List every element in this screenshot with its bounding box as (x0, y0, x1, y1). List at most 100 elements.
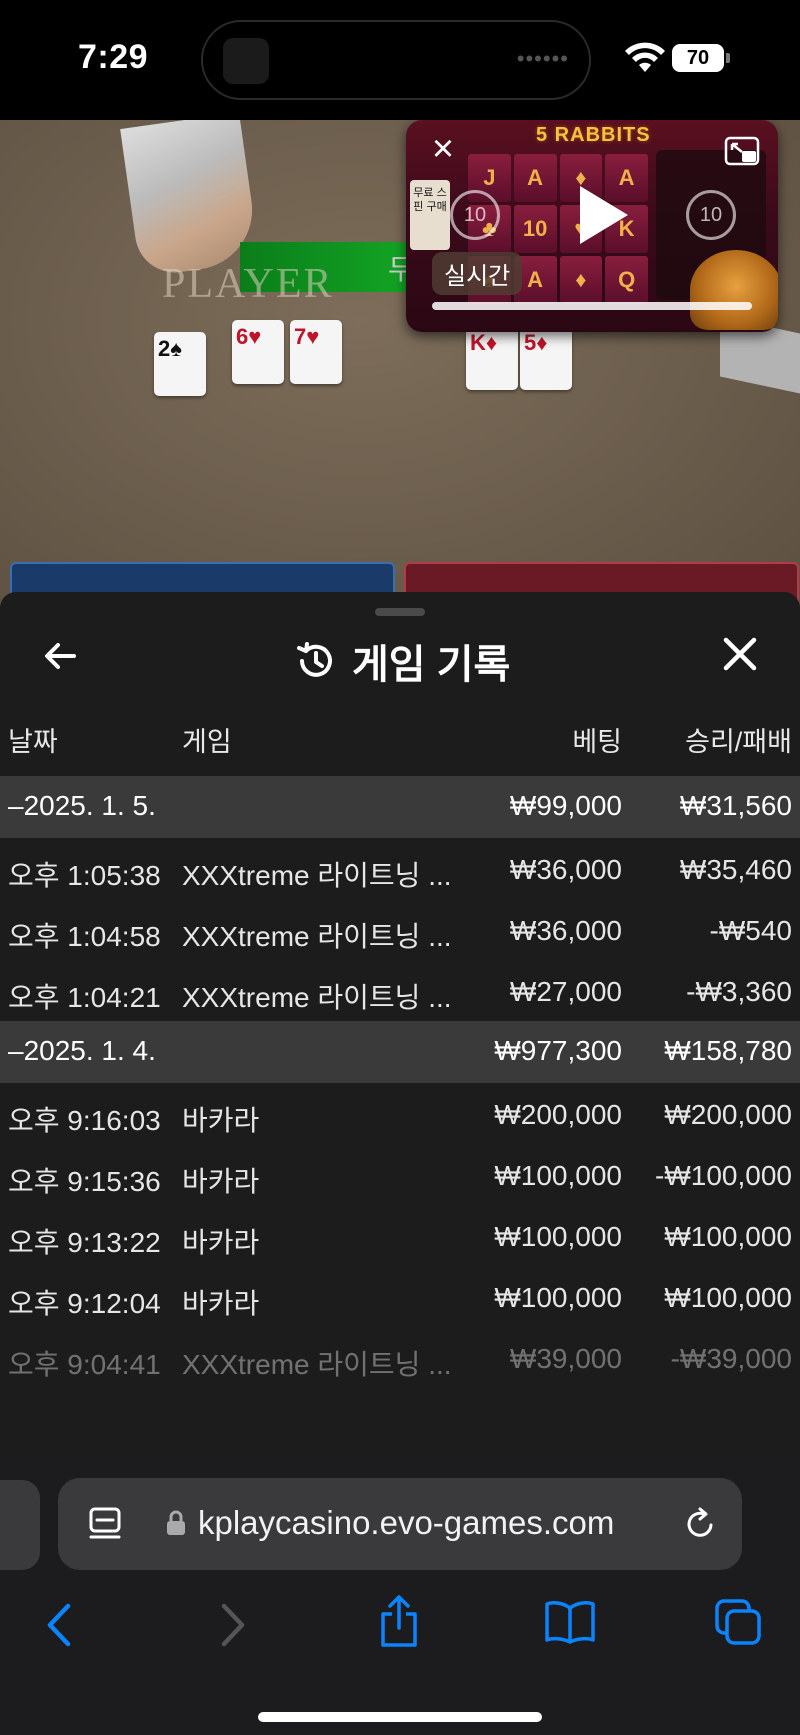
picture-in-picture-video[interactable]: 5 RABBITS 무료 스핀 구매 J A ♦ A ♣ 10 ♥ K ♠ A … (406, 120, 778, 332)
row-bet: ₩100,000 (494, 1221, 622, 1252)
date-group-row[interactable]: –2025. 1. 4. ₩977,300 ₩158,780 (0, 1021, 800, 1083)
row-time: 오후 9:15:36 (8, 1166, 161, 1197)
status-time: 7:29 (78, 38, 149, 76)
tiger-mascot (690, 250, 778, 330)
skip-forward-icon[interactable]: 10 (686, 190, 736, 240)
group-date: –2025. 1. 5. (8, 790, 156, 821)
playing-card: 2♠ (154, 332, 206, 396)
row-win: -₩540 (709, 915, 792, 946)
row-win: -₩100,000 (655, 1160, 792, 1191)
row-time: 오후 1:05:38 (8, 860, 161, 891)
pip-side-panel: 무료 스핀 구매 (410, 180, 450, 250)
row-bet: ₩27,000 (509, 976, 622, 1007)
table-header: 날짜 게임 베팅 승리/패배 (0, 720, 800, 770)
group-bet-total: ₩99,000 (509, 790, 622, 821)
pip-progress-bar[interactable] (432, 302, 752, 310)
expand-icon[interactable] (724, 136, 760, 166)
address-bar[interactable]: kplaycasino.evo-games.com (58, 1478, 742, 1570)
row-bet: ₩200,000 (494, 1099, 622, 1130)
row-bet: ₩100,000 (494, 1160, 622, 1191)
share-icon[interactable] (378, 1594, 420, 1648)
close-icon[interactable] (720, 634, 760, 674)
row-win: ₩35,460 (679, 854, 792, 885)
row-time: 오후 9:16:03 (8, 1105, 161, 1136)
reel-cell: 10 (513, 205, 557, 253)
page-menu-icon[interactable] (88, 1506, 122, 1542)
row-win: -₩39,000 (670, 1343, 792, 1374)
bookmarks-icon[interactable] (544, 1600, 596, 1644)
row-bet: ₩36,000 (509, 915, 622, 946)
group-date: –2025. 1. 4. (8, 1035, 156, 1066)
dynamic-island: •••••• (201, 20, 591, 100)
table-row[interactable]: 오후 1:04:58 XXXtreme 라이트닝 ... ₩36,000 -₩5… (0, 899, 800, 960)
row-game: XXXtreme 라이트닝 ... (182, 1349, 452, 1380)
row-game: 바카라 (182, 1166, 260, 1197)
row-game: 바카라 (182, 1227, 260, 1258)
column-header-game: 게임 (182, 727, 232, 757)
back-icon[interactable] (44, 1602, 74, 1648)
dealer-arm (120, 120, 260, 278)
tabs-icon[interactable] (714, 1598, 762, 1646)
pip-game-banner: 5 RABBITS (536, 124, 651, 146)
game-history-panel: 게임 기록 날짜 게임 베팅 승리/패배 –2025. 1. 5. ₩99,00… (0, 592, 800, 1462)
row-bet: ₩39,000 (509, 1343, 622, 1374)
table-row[interactable]: 오후 9:16:03 바카라 ₩200,000 ₩200,000 (0, 1083, 800, 1144)
table-row[interactable]: 오후 1:04:21 XXXtreme 라이트닝 ... ₩27,000 -₩3… (0, 960, 800, 1021)
playing-card: 7♥ (290, 320, 342, 384)
skip-back-icon[interactable]: 10 (450, 190, 500, 240)
url-text: kplaycasino.evo-games.com (198, 1504, 615, 1541)
table-row[interactable]: 오후 9:15:36 바카라 ₩100,000 -₩100,000 (0, 1144, 800, 1205)
pip-close-icon[interactable]: × (426, 130, 460, 168)
row-bet: ₩100,000 (494, 1282, 622, 1313)
table-row[interactable]: 오후 9:04:41 XXXtreme 라이트닝 ... ₩39,000 -₩3… (0, 1327, 800, 1388)
row-game: 바카라 (182, 1288, 260, 1319)
home-indicator[interactable] (258, 1712, 542, 1722)
row-game: XXXtreme 라이트닝 ... (182, 982, 452, 1013)
group-win-total: ₩31,560 (679, 790, 792, 821)
battery-icon: 70 (672, 44, 730, 72)
playing-card: K♦ (466, 326, 518, 390)
forward-icon[interactable] (218, 1602, 248, 1648)
group-bet-total: ₩977,300 (494, 1035, 622, 1066)
panel-title: 게임 기록 (294, 632, 510, 690)
playing-card: 5♦ (520, 326, 572, 390)
row-time: 오후 1:04:21 (8, 982, 161, 1013)
lock-icon (167, 1510, 185, 1535)
browser-toolbar: kplaycasino.evo-games.com (0, 1462, 800, 1735)
previous-tab-preview[interactable] (0, 1480, 40, 1570)
row-time: 오후 1:04:58 (8, 921, 161, 952)
dots-icon: •••••• (516, 46, 569, 71)
play-icon[interactable] (572, 182, 632, 248)
player-label: PLAYER (162, 261, 334, 307)
history-icon (297, 642, 332, 677)
reel-cell: Q (605, 256, 648, 304)
date-group-row[interactable]: –2025. 1. 5. ₩99,000 ₩31,560 (0, 776, 800, 838)
row-game: XXXtreme 라이트닝 ... (182, 921, 452, 952)
table-row[interactable]: 오후 9:13:22 바카라 ₩100,000 ₩100,000 (0, 1205, 800, 1266)
history-table: –2025. 1. 5. ₩99,000 ₩31,560 오후 1:05:38 … (0, 776, 800, 1388)
camera-icon (223, 38, 269, 84)
column-header-date: 날짜 (8, 727, 58, 757)
column-header-bet: 베팅 (572, 727, 622, 757)
row-game: XXXtreme 라이트닝 ... (182, 860, 452, 891)
row-time: 오후 9:04:41 (8, 1349, 161, 1380)
row-win: ₩200,000 (664, 1099, 792, 1130)
row-win: ₩100,000 (664, 1221, 792, 1252)
panel-title-text: 게임 기록 (352, 643, 511, 687)
table-row[interactable]: 오후 1:05:38 XXXtreme 라이트닝 ... ₩36,000 ₩35… (0, 838, 800, 899)
live-badge: 실시간 (432, 252, 523, 295)
row-time: 오후 9:13:22 (8, 1227, 161, 1258)
row-bet: ₩36,000 (509, 854, 622, 885)
back-arrow-icon[interactable] (40, 636, 80, 676)
status-bar: 7:29 •••••• 70 (0, 0, 800, 120)
reload-icon[interactable] (682, 1506, 718, 1542)
row-win: ₩100,000 (664, 1282, 792, 1313)
column-header-win-loss: 승리/패배 (685, 727, 792, 757)
playing-card: 6♥ (232, 320, 284, 384)
group-win-total: ₩158,780 (664, 1035, 792, 1066)
row-game: 바카라 (182, 1105, 260, 1136)
reel-cell: A (513, 154, 557, 202)
row-win: -₩3,360 (686, 976, 792, 1007)
drag-handle[interactable] (375, 608, 425, 616)
table-row[interactable]: 오후 9:12:04 바카라 ₩100,000 ₩100,000 (0, 1266, 800, 1327)
